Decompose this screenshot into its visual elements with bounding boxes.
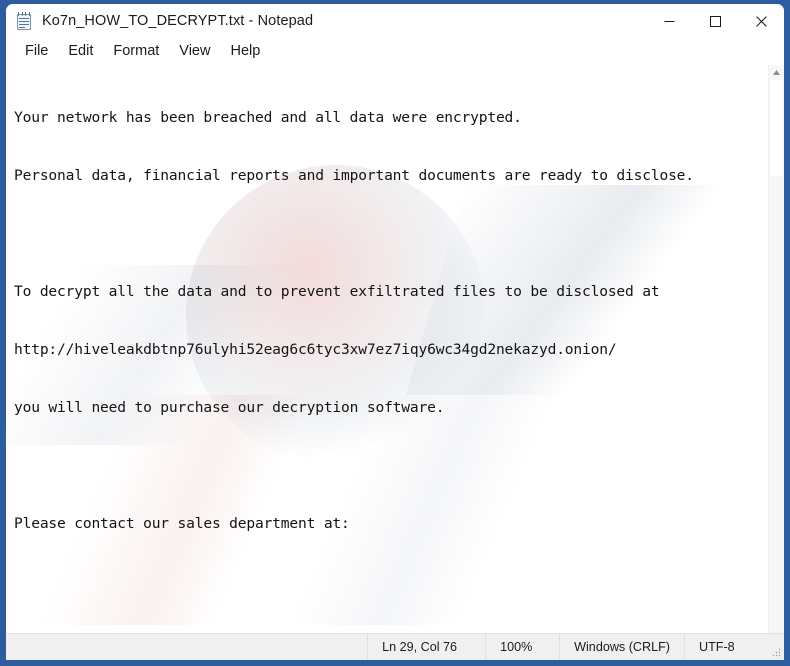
- close-button[interactable]: [738, 4, 784, 38]
- vertical-scrollbar[interactable]: [768, 65, 784, 633]
- status-cursor-position[interactable]: Ln 29, Col 76: [367, 634, 485, 660]
- note-line-sales-url: http://hivecust6vhekztbqgdnkks64ucehqacg…: [14, 630, 768, 633]
- menu-item-file[interactable]: File: [15, 41, 58, 62]
- menu-item-format[interactable]: Format: [103, 41, 169, 62]
- notepad-window: Ko7n_HOW_TO_DECRYPT.txt - Notepad File E…: [0, 0, 790, 666]
- menu-bar: File Edit Format View Help: [6, 38, 784, 64]
- scroll-up-button[interactable]: [769, 65, 784, 80]
- note-line: [14, 456, 768, 475]
- note-line: you will need to purchase our decryption…: [14, 398, 445, 416]
- maximize-button[interactable]: [692, 4, 738, 38]
- close-icon: [755, 15, 767, 27]
- ransom-note-text: Your network has been breached and all d…: [14, 69, 768, 633]
- note-line: Your network has been breached and all d…: [14, 108, 522, 126]
- scroll-up-icon: [773, 70, 780, 75]
- maximize-icon: [709, 15, 721, 27]
- minimize-button[interactable]: [646, 4, 692, 38]
- editor-area: Your network has been breached and all d…: [6, 64, 784, 633]
- note-line: [14, 224, 768, 243]
- note-line: Personal data, financial reports and imp…: [14, 166, 694, 184]
- note-line: Please contact our sales department at:: [14, 514, 350, 532]
- menu-item-view[interactable]: View: [169, 41, 220, 62]
- title-bar[interactable]: Ko7n_HOW_TO_DECRYPT.txt - Notepad: [6, 4, 784, 38]
- status-encoding[interactable]: UTF-8: [684, 634, 770, 660]
- menu-item-help[interactable]: Help: [220, 41, 270, 62]
- note-line-leak-url: http://hiveleakdbtnp76ulyhi52eag6c6tyc3x…: [14, 340, 617, 358]
- window-title: Ko7n_HOW_TO_DECRYPT.txt - Notepad: [42, 13, 314, 29]
- note-line: To decrypt all the data and to prevent e…: [14, 282, 660, 300]
- menu-item-edit[interactable]: Edit: [58, 41, 103, 62]
- status-line-ending[interactable]: Windows (CRLF): [559, 634, 684, 660]
- window-inner: Ko7n_HOW_TO_DECRYPT.txt - Notepad File E…: [6, 4, 784, 660]
- text-editor[interactable]: Your network has been breached and all d…: [6, 65, 768, 633]
- scroll-thumb[interactable]: [770, 80, 783, 176]
- note-line: [14, 572, 768, 591]
- status-bar: Ln 29, Col 76 100% Windows (CRLF) UTF-8: [6, 633, 784, 660]
- notepad-icon: [16, 11, 33, 31]
- resize-grip-icon[interactable]: [770, 634, 784, 660]
- status-zoom-level[interactable]: 100%: [485, 634, 559, 660]
- window-controls: [646, 4, 784, 38]
- minimize-icon: [664, 20, 674, 22]
